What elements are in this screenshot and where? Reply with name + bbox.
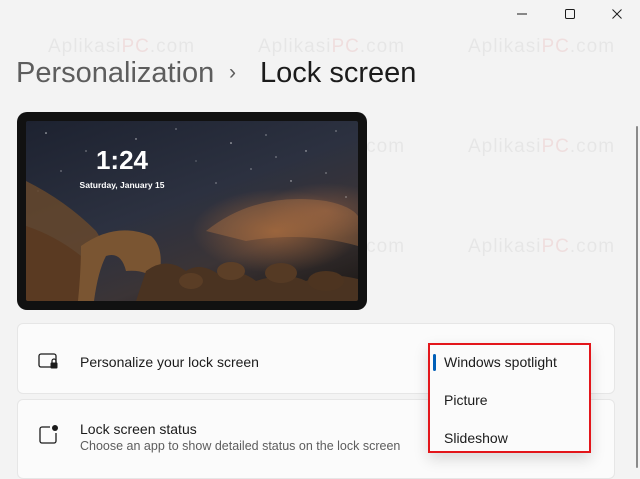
lock-screen-wallpaper: 1:24 Saturday, January 15 <box>26 121 358 301</box>
watermark: AplikasiPC.com <box>468 136 616 157</box>
lock-screen-background-dropdown[interactable]: Windows spotlight Picture Slideshow <box>428 343 591 453</box>
lock-screen-status-label: Lock screen status <box>80 421 197 437</box>
dropdown-option-windows-spotlight[interactable]: Windows spotlight <box>444 354 557 370</box>
scrollbar[interactable] <box>636 126 638 468</box>
lock-screen-icon <box>38 353 58 369</box>
minimize-icon <box>517 13 527 15</box>
breadcrumb-separator: › <box>229 61 236 84</box>
lock-screen-status-description: Choose an app to show detailed status on… <box>80 439 401 453</box>
watermark: AplikasiPC.com <box>468 36 616 57</box>
watermark: AplikasiPC.com <box>258 36 406 57</box>
watermark: AplikasiPC.com <box>48 36 196 57</box>
maximize-icon <box>565 9 575 19</box>
breadcrumb-personalization[interactable]: Personalization <box>16 57 214 90</box>
maximize-button[interactable] <box>547 2 593 26</box>
close-icon <box>612 9 622 19</box>
dropdown-option-picture[interactable]: Picture <box>444 392 488 408</box>
page-title: Lock screen <box>260 57 417 89</box>
minimize-button[interactable] <box>499 2 545 26</box>
lock-screen-time: 1:24 <box>95 145 149 175</box>
personalize-lock-screen-label: Personalize your lock screen <box>80 354 259 370</box>
lock-screen-date: Saturday, January 15 <box>79 180 165 190</box>
watermark: AplikasiPC.com <box>468 236 616 257</box>
close-button[interactable] <box>594 2 640 26</box>
dropdown-option-slideshow[interactable]: Slideshow <box>444 430 508 446</box>
lock-screen-status-icon <box>39 425 58 444</box>
lock-screen-preview: 1:24 Saturday, January 15 <box>17 112 367 310</box>
selected-indicator <box>433 354 436 371</box>
